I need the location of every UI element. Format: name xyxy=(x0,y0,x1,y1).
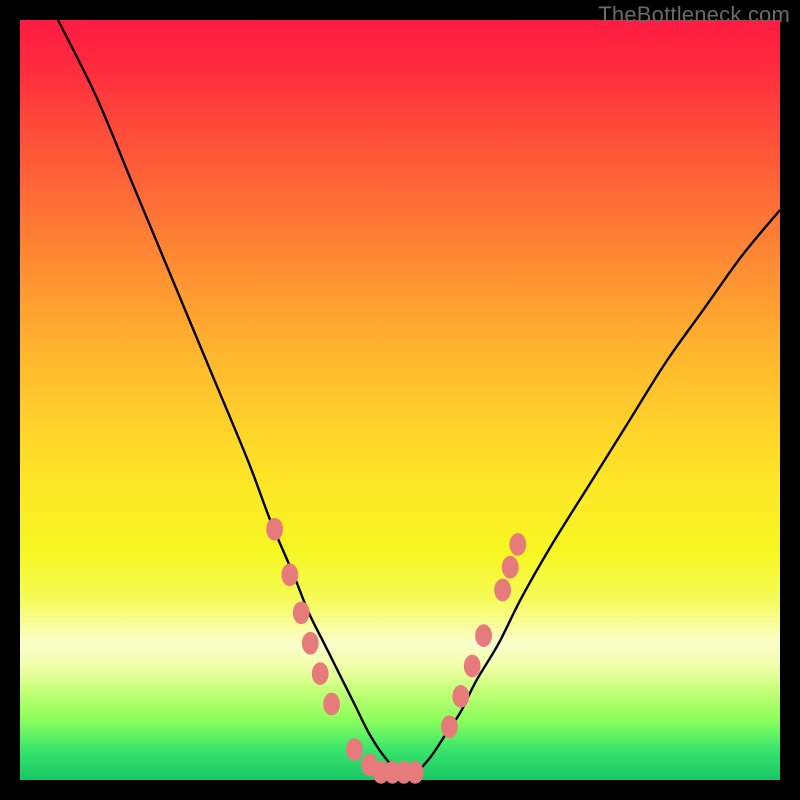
curve-marker xyxy=(475,624,492,647)
curve-marker xyxy=(281,563,298,586)
curve-marker xyxy=(312,662,329,685)
curve-marker xyxy=(452,685,469,708)
curve-marker xyxy=(441,715,458,738)
bottleneck-curve-svg xyxy=(20,20,780,780)
curve-marker xyxy=(407,761,424,784)
outer-frame: TheBottleneck.com xyxy=(0,0,800,800)
curve-marker xyxy=(302,632,319,655)
curve-marker xyxy=(509,533,526,556)
curve-marker xyxy=(494,579,511,602)
curve-marker xyxy=(323,693,340,716)
bottleneck-curve xyxy=(58,20,780,774)
curve-marker xyxy=(293,601,310,624)
curve-marker xyxy=(346,738,363,761)
curve-markers xyxy=(266,518,526,784)
curve-marker xyxy=(502,556,519,579)
watermark-text: TheBottleneck.com xyxy=(598,2,790,28)
plot-area xyxy=(20,20,780,780)
curve-marker xyxy=(266,518,283,541)
curve-marker xyxy=(464,655,481,678)
